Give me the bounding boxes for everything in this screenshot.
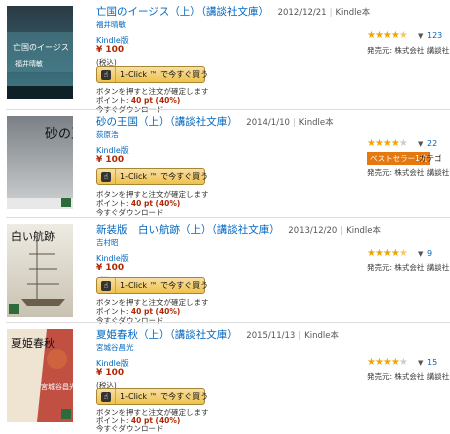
hand-cursor-icon: ☝ [101, 391, 111, 402]
star-rating[interactable]: ★★★★★ [367, 30, 408, 41]
cover-art: 亡国のイージス 福井晴敏 [7, 6, 73, 99]
buy-button-label: 1-Click ™ で今すぐ買う [120, 392, 209, 401]
download-note: 今すぐダウンロード [96, 424, 164, 433]
hand-cursor-icon: ☝ [101, 280, 111, 291]
book-cover-image[interactable]: 白い航跡 [7, 224, 73, 317]
chevron-down-icon[interactable]: ▼ [418, 140, 423, 148]
result-item: 白い航跡 新装版 白い航跡（上）（講談社文庫） 2013/12/20 | Kindl… [0, 218, 450, 326]
buy-button-label: 1-Click ™ で今すぐ買う [120, 70, 209, 79]
price: ¥ 100 [96, 45, 125, 55]
kindle-label: Kindle本 [346, 226, 381, 236]
one-click-buy-button[interactable]: ☝ 1-Click ™ で今すぐ買う [96, 388, 209, 405]
price: ¥ 100 [96, 263, 125, 273]
publisher: 発売元: 株式会社 講談社 [367, 46, 450, 55]
publisher: 発売元: 株式会社 講談社 [367, 263, 450, 272]
bestseller-category[interactable]: カテゴ [419, 153, 442, 164]
chevron-down-icon[interactable]: ▼ [418, 359, 423, 367]
one-click-buy-button[interactable]: ☝ 1-Click ™ で今すぐ買う [96, 277, 209, 294]
cover-title: 夏姫春秋 [11, 336, 55, 350]
review-count-link[interactable]: 9 [427, 249, 432, 258]
cover-art: 砂の王国 [7, 116, 73, 209]
release-date: 2015/11/13 [246, 331, 296, 341]
cover-author: 福井晴敏 [15, 59, 43, 68]
price: ¥ 100 [96, 155, 125, 165]
one-click-buy-button[interactable]: ☝ 1-Click ™ で今すぐ買う [96, 168, 209, 185]
cover-art: 夏姫春秋 宮城谷昌光 [7, 329, 73, 422]
author-link[interactable]: 吉村昭 [96, 237, 119, 248]
author-link[interactable]: 宮城谷昌光 [96, 342, 134, 353]
release-date: 2012/12/21 [277, 8, 327, 18]
kindle-label: Kindle本 [304, 331, 339, 341]
book-cover-image[interactable]: 夏姫春秋 宮城谷昌光 [7, 329, 73, 422]
one-click-buy-button[interactable]: ☝ 1-Click ™ で今すぐ買う [96, 66, 209, 83]
buy-button-label: 1-Click ™ で今すぐ買う [120, 172, 209, 181]
hand-cursor-icon: ☝ [101, 171, 111, 182]
publisher: 発売元: 株式会社 講談社 [367, 372, 450, 381]
book-title-link[interactable]: 砂の王国（上）（講談社文庫） [96, 116, 238, 128]
release-date: 2013/12/20 [288, 226, 338, 236]
author-link[interactable]: 荻原浩 [96, 129, 119, 140]
buy-button-label: 1-Click ™ で今すぐ買う [120, 281, 209, 290]
review-count-link[interactable]: 15 [427, 358, 437, 367]
author-link[interactable]: 福井晴敏 [96, 19, 126, 30]
result-item: 夏姫春秋 宮城谷昌光 夏姫春秋（上）（講談社文庫） 2015/11/13 | Kin… [0, 323, 450, 433]
chevron-down-icon[interactable]: ▼ [418, 32, 423, 40]
cover-title: 白い航跡 [11, 229, 55, 243]
publisher: 発売元: 株式会社 講談社 [367, 168, 450, 177]
book-title-link[interactable]: 亡国のイージス（上）（講談社文庫） [96, 6, 269, 18]
cover-title: 砂の王国 [45, 127, 73, 142]
star-rating[interactable]: ★★★★★ [367, 357, 408, 368]
result-item: 亡国のイージス 福井晴敏 亡国のイージス（上）（講談社文庫） 2012/12/2… [0, 0, 450, 114]
cover-author: 宮城谷昌光 [41, 382, 73, 391]
hand-cursor-icon: ☝ [101, 69, 111, 80]
result-item: 砂の王国 砂の王国（上）（講談社文庫） 2014/1/10|Kindle本 荻原… [0, 110, 450, 218]
book-title-link[interactable]: 新装版 白い航跡（上）（講談社文庫） [96, 224, 280, 236]
kindle-label: Kindle本 [298, 118, 334, 128]
book-cover-image[interactable]: 砂の王国 [7, 116, 73, 209]
book-title-link[interactable]: 夏姫春秋（上）（講談社文庫） [96, 329, 238, 341]
chevron-down-icon[interactable]: ▼ [418, 250, 423, 258]
price: ¥ 100 [96, 368, 125, 378]
book-cover-image[interactable]: 亡国のイージス 福井晴敏 [7, 6, 73, 99]
kindle-label: Kindle本 [335, 8, 371, 18]
review-count-link[interactable]: 22 [427, 139, 437, 148]
star-rating[interactable]: ★★★★★ [367, 138, 408, 149]
review-count-link[interactable]: 123 [427, 31, 442, 40]
cover-title: 亡国のイージス [13, 42, 69, 52]
star-rating[interactable]: ★★★★★ [367, 248, 408, 259]
cover-art: 白い航跡 [7, 224, 73, 317]
release-date: 2014/1/10 [246, 118, 290, 128]
